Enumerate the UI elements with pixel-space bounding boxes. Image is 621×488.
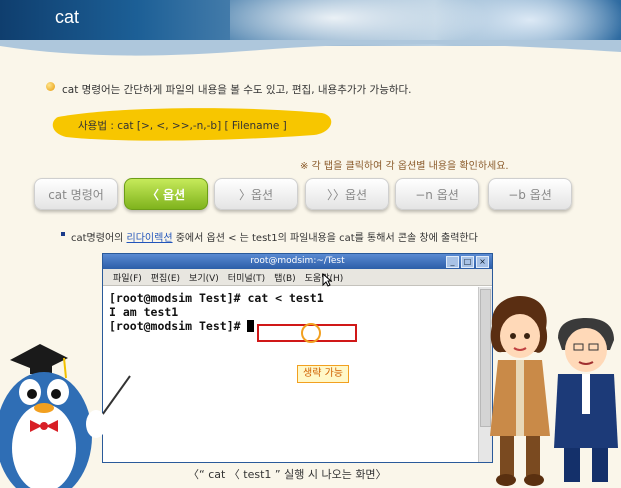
maximize-icon[interactable]: □ [461,256,474,268]
menu-terminal[interactable]: 터미널(T) [228,271,265,284]
cursor-icon [247,320,255,332]
terminal-output[interactable]: [root@modsim Test]# cat < test1 I am tes… [103,287,478,462]
description-text: cat명령어의 리다이렉션 중에서 옵션 < 는 test1의 파일내용을 ca… [71,229,478,244]
usage-text: 사용법 : cat [>, <, >>,-n,-b] [ Filename ] [78,120,287,132]
menu-edit[interactable]: 편집(E) [151,271,180,284]
terminal-line: [root@modsim Test]# cat < test1 [109,291,324,305]
page-title: cat [55,7,80,27]
close-icon[interactable]: × [476,256,489,268]
header-wave [0,40,621,56]
tab-greater-than-option[interactable]: 〉옵션 [214,178,298,210]
instruction-note: ※ 각 탭을 클릭하여 각 옵션별 내용을 확인하세요. [300,161,509,172]
terminal-menubar: 파일(F) 편집(E) 보기(V) 터미널(T) 탭(B) 도움말(H) [103,269,492,286]
tab-b-option[interactable]: −b 옵션 [488,178,572,210]
bullet-square [61,232,65,236]
tab-cat-command[interactable]: cat 명령어 [34,178,118,210]
menu-file[interactable]: 파일(F) [113,271,142,284]
tab-append-option[interactable]: 〉〉옵션 [305,178,389,210]
girl-character [490,296,550,486]
terminal-titlebar: root@modsim:~/Test _ □ × [103,254,492,269]
terminal-title: root@modsim:~/Test [250,256,345,266]
omittable-callout: 생략 가능 [297,365,349,383]
bullet-dot [46,82,55,91]
terminal-prompt: [root@modsim Test]# [109,319,248,333]
terminal-window: root@modsim:~/Test _ □ × 파일(F) 편집(E) 보기(… [102,253,493,463]
description-suffix: 중에서 옵션 < 는 test1의 파일내용을 cat를 통해서 콘솔 창에 출… [172,233,478,244]
mouse-pointer-icon [322,273,332,287]
man-character [554,318,618,482]
description-prefix: cat명령어의 [71,233,127,244]
terminal-line: I am test1 [109,305,179,319]
menu-tabs[interactable]: 탭(B) [274,271,295,284]
intro-text: cat 명령어는 간단하게 파일의 내용을 볼 수도 있고, 편집, 내용추가가… [62,84,412,96]
minimize-icon[interactable]: _ [446,256,459,268]
figure-caption: 〈“ cat 〈 test1 ” 실행 시 나오는 화면〉 [188,468,387,481]
menu-view[interactable]: 보기(V) [189,271,219,284]
penguin-mascot [0,344,131,488]
tab-less-than-option[interactable]: 〈 옵션 [124,178,208,210]
redirect-circle [301,323,321,343]
redirection-link[interactable]: 리다이렉션 [127,233,173,244]
tab-n-option[interactable]: −n 옵션 [395,178,479,210]
